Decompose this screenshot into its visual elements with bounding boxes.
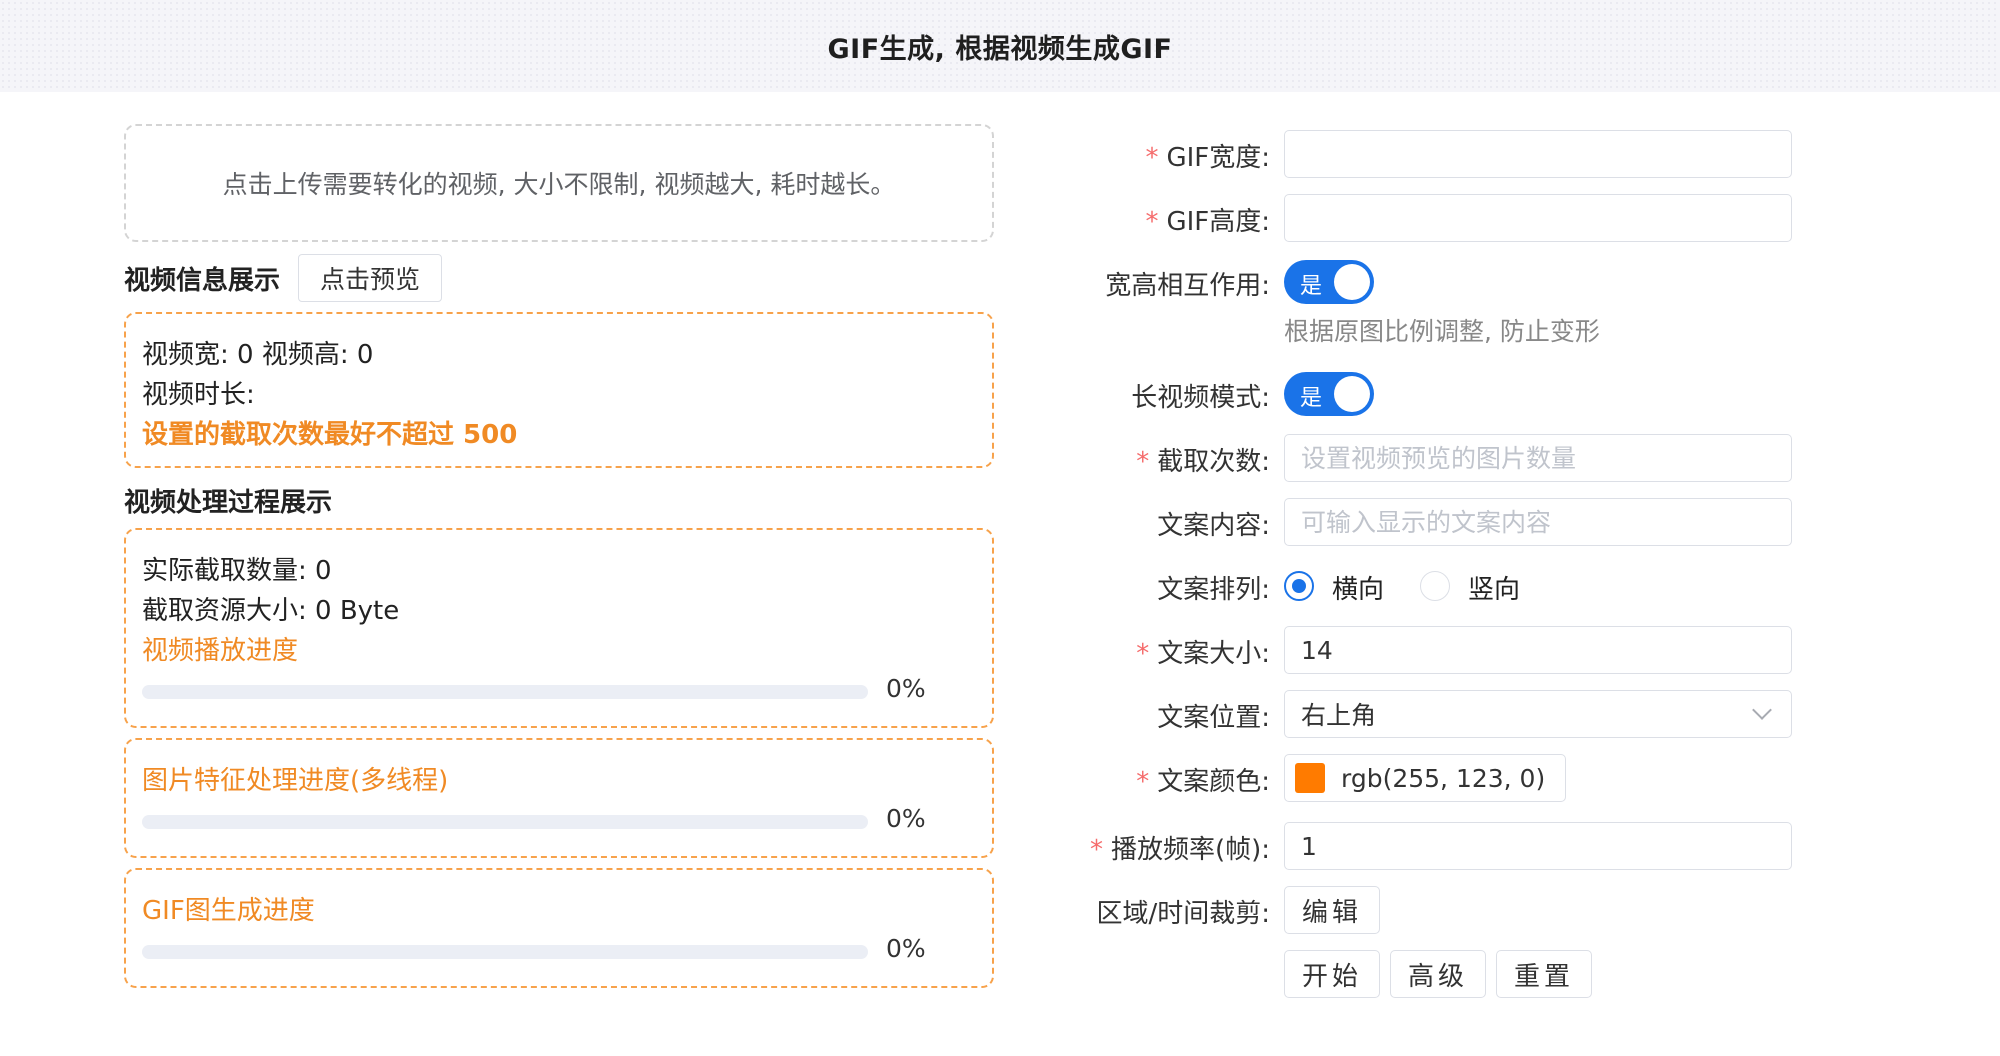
required-mark: * xyxy=(1145,207,1159,237)
video-size-text: 视频宽: 0 视频高: 0 xyxy=(142,340,374,370)
feature-progress-bar xyxy=(142,815,868,829)
feature-process-box: 图片特征处理进度(多线程) 0% xyxy=(124,738,994,858)
required-mark: * xyxy=(1089,835,1103,865)
video-info-box: 视频宽: 0 视频高: 0 视频时长: 设置的截取次数最好不超过 500 xyxy=(124,312,994,468)
header: GIF生成, 根据视频生成GIF xyxy=(0,0,2000,92)
frame-rate-input[interactable] xyxy=(1284,822,1792,870)
feature-progress-label: 图片特征处理进度(多线程) xyxy=(142,766,449,796)
radio-vertical-label[interactable]: 竖向 xyxy=(1468,569,1520,606)
start-button[interactable]: 开始 xyxy=(1284,950,1380,998)
required-mark: * xyxy=(1136,639,1150,669)
text-position-value: 右上角 xyxy=(1301,701,1377,730)
chevron-down-icon xyxy=(1752,700,1772,720)
switch-knob xyxy=(1334,264,1370,300)
preview-button[interactable]: 点击预览 xyxy=(298,254,442,302)
advanced-button[interactable]: 高级 xyxy=(1390,950,1486,998)
capture-count-input[interactable] xyxy=(1284,434,1792,482)
capture-count-label: * 截取次数: xyxy=(1136,447,1270,477)
playback-progress-label: 视频播放进度 xyxy=(142,636,299,666)
gif-height-input[interactable] xyxy=(1284,194,1792,242)
required-mark: * xyxy=(1145,143,1159,173)
text-color-value: rgb(255, 123, 0) xyxy=(1341,763,1546,793)
capture-warning: 设置的截取次数最好不超过 500 xyxy=(142,420,518,450)
text-size-label: * 文案大小: xyxy=(1136,639,1270,669)
page: GIF生成, 根据视频生成GIF 点击上传需要转化的视频, 大小不限制, 视频越… xyxy=(0,0,2000,1056)
playback-progress-percent: 0% xyxy=(886,674,926,703)
radio-vertical[interactable] xyxy=(1420,571,1450,601)
text-position-label: 文案位置: xyxy=(1157,703,1270,733)
required-mark: * xyxy=(1136,447,1150,477)
reset-button[interactable]: 重置 xyxy=(1496,950,1592,998)
text-content-input[interactable] xyxy=(1284,498,1792,546)
gif-progress-percent: 0% xyxy=(886,934,926,963)
resource-size-text: 截取资源大小: 0 Byte xyxy=(142,596,400,626)
gif-height-label: * GIF高度: xyxy=(1145,207,1270,237)
crop-edit-button[interactable]: 编辑 xyxy=(1284,886,1380,934)
text-size-input[interactable] xyxy=(1284,626,1792,674)
gif-width-label: * GIF宽度: xyxy=(1145,143,1270,173)
crop-label: 区域/时间裁剪: xyxy=(1096,899,1270,929)
aspect-link-switch-text: 是 xyxy=(1300,274,1323,299)
process-title: 视频处理过程展示 xyxy=(124,488,333,518)
frame-rate-label: * 播放频率(帧): xyxy=(1089,835,1270,865)
aspect-link-hint: 根据原图比例调整, 防止变形 xyxy=(1284,317,1600,346)
aspect-link-label: 宽高相互作用: xyxy=(1105,271,1270,301)
process-box: 实际截取数量: 0 截取资源大小: 0 Byte 视频播放进度 0% xyxy=(124,528,994,728)
long-video-switch-text: 是 xyxy=(1300,386,1323,411)
upload-area[interactable]: 点击上传需要转化的视频, 大小不限制, 视频越大, 耗时越长。 xyxy=(124,124,994,242)
text-direction-label: 文案排列: xyxy=(1157,575,1270,605)
long-video-label: 长视频模式: xyxy=(1131,383,1270,413)
text-position-select[interactable]: 右上角 xyxy=(1284,690,1792,738)
gif-width-input[interactable] xyxy=(1284,130,1792,178)
actual-count-text: 实际截取数量: 0 xyxy=(142,556,332,586)
radio-horizontal-label[interactable]: 横向 xyxy=(1332,569,1384,606)
video-duration-text: 视频时长: xyxy=(142,380,255,410)
color-swatch xyxy=(1295,763,1325,793)
text-color-picker[interactable]: rgb(255, 123, 0) xyxy=(1284,754,1566,802)
long-video-switch[interactable]: 是 xyxy=(1284,372,1374,416)
playback-progress-bar xyxy=(142,685,868,699)
radio-horizontal[interactable] xyxy=(1284,571,1314,601)
text-color-label: * 文案颜色: xyxy=(1136,767,1270,797)
upload-text: 点击上传需要转化的视频, 大小不限制, 视频越大, 耗时越长。 xyxy=(222,170,896,199)
gif-process-box: GIF图生成进度 0% xyxy=(124,868,994,988)
video-info-title: 视频信息展示 xyxy=(124,266,281,296)
aspect-link-switch[interactable]: 是 xyxy=(1284,260,1374,304)
gif-progress-label: GIF图生成进度 xyxy=(142,896,315,926)
gif-progress-bar xyxy=(142,945,868,959)
text-content-label: 文案内容: xyxy=(1157,511,1270,541)
page-title: GIF生成, 根据视频生成GIF xyxy=(827,33,1173,65)
switch-knob xyxy=(1334,376,1370,412)
required-mark: * xyxy=(1136,767,1150,797)
feature-progress-percent: 0% xyxy=(886,804,926,833)
